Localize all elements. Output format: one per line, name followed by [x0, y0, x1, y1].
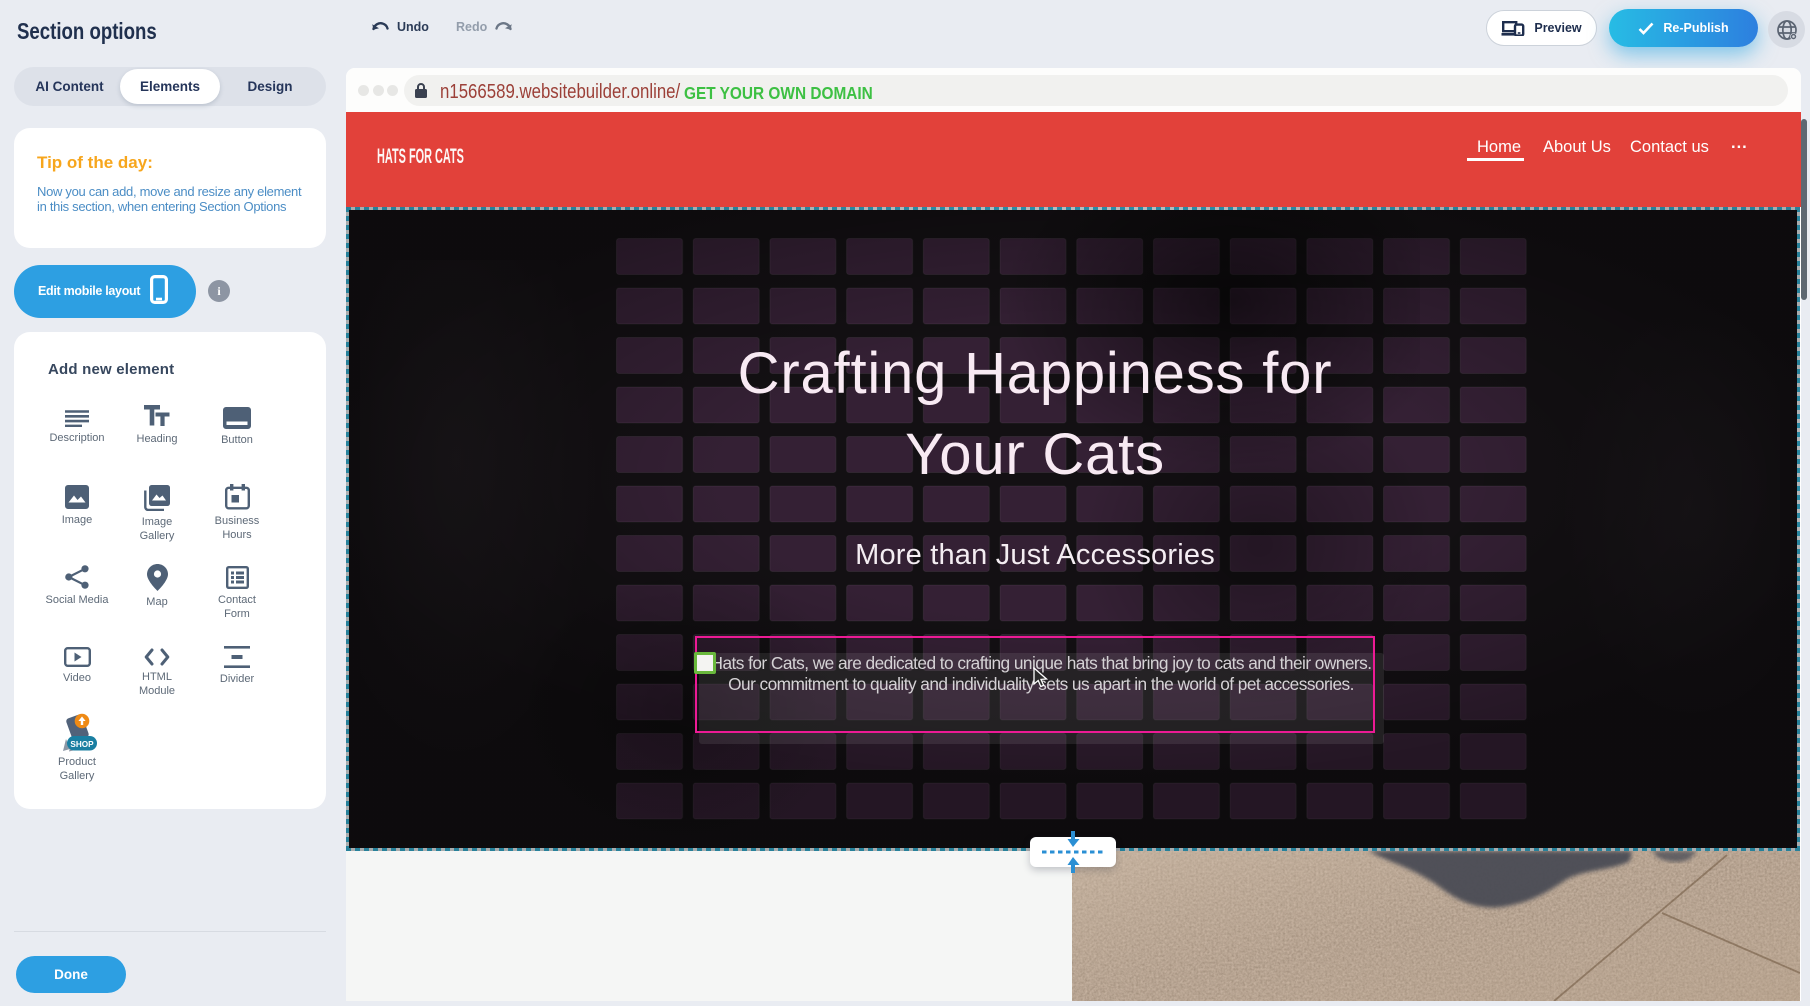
svg-text:SHOP: SHOP	[70, 740, 94, 749]
